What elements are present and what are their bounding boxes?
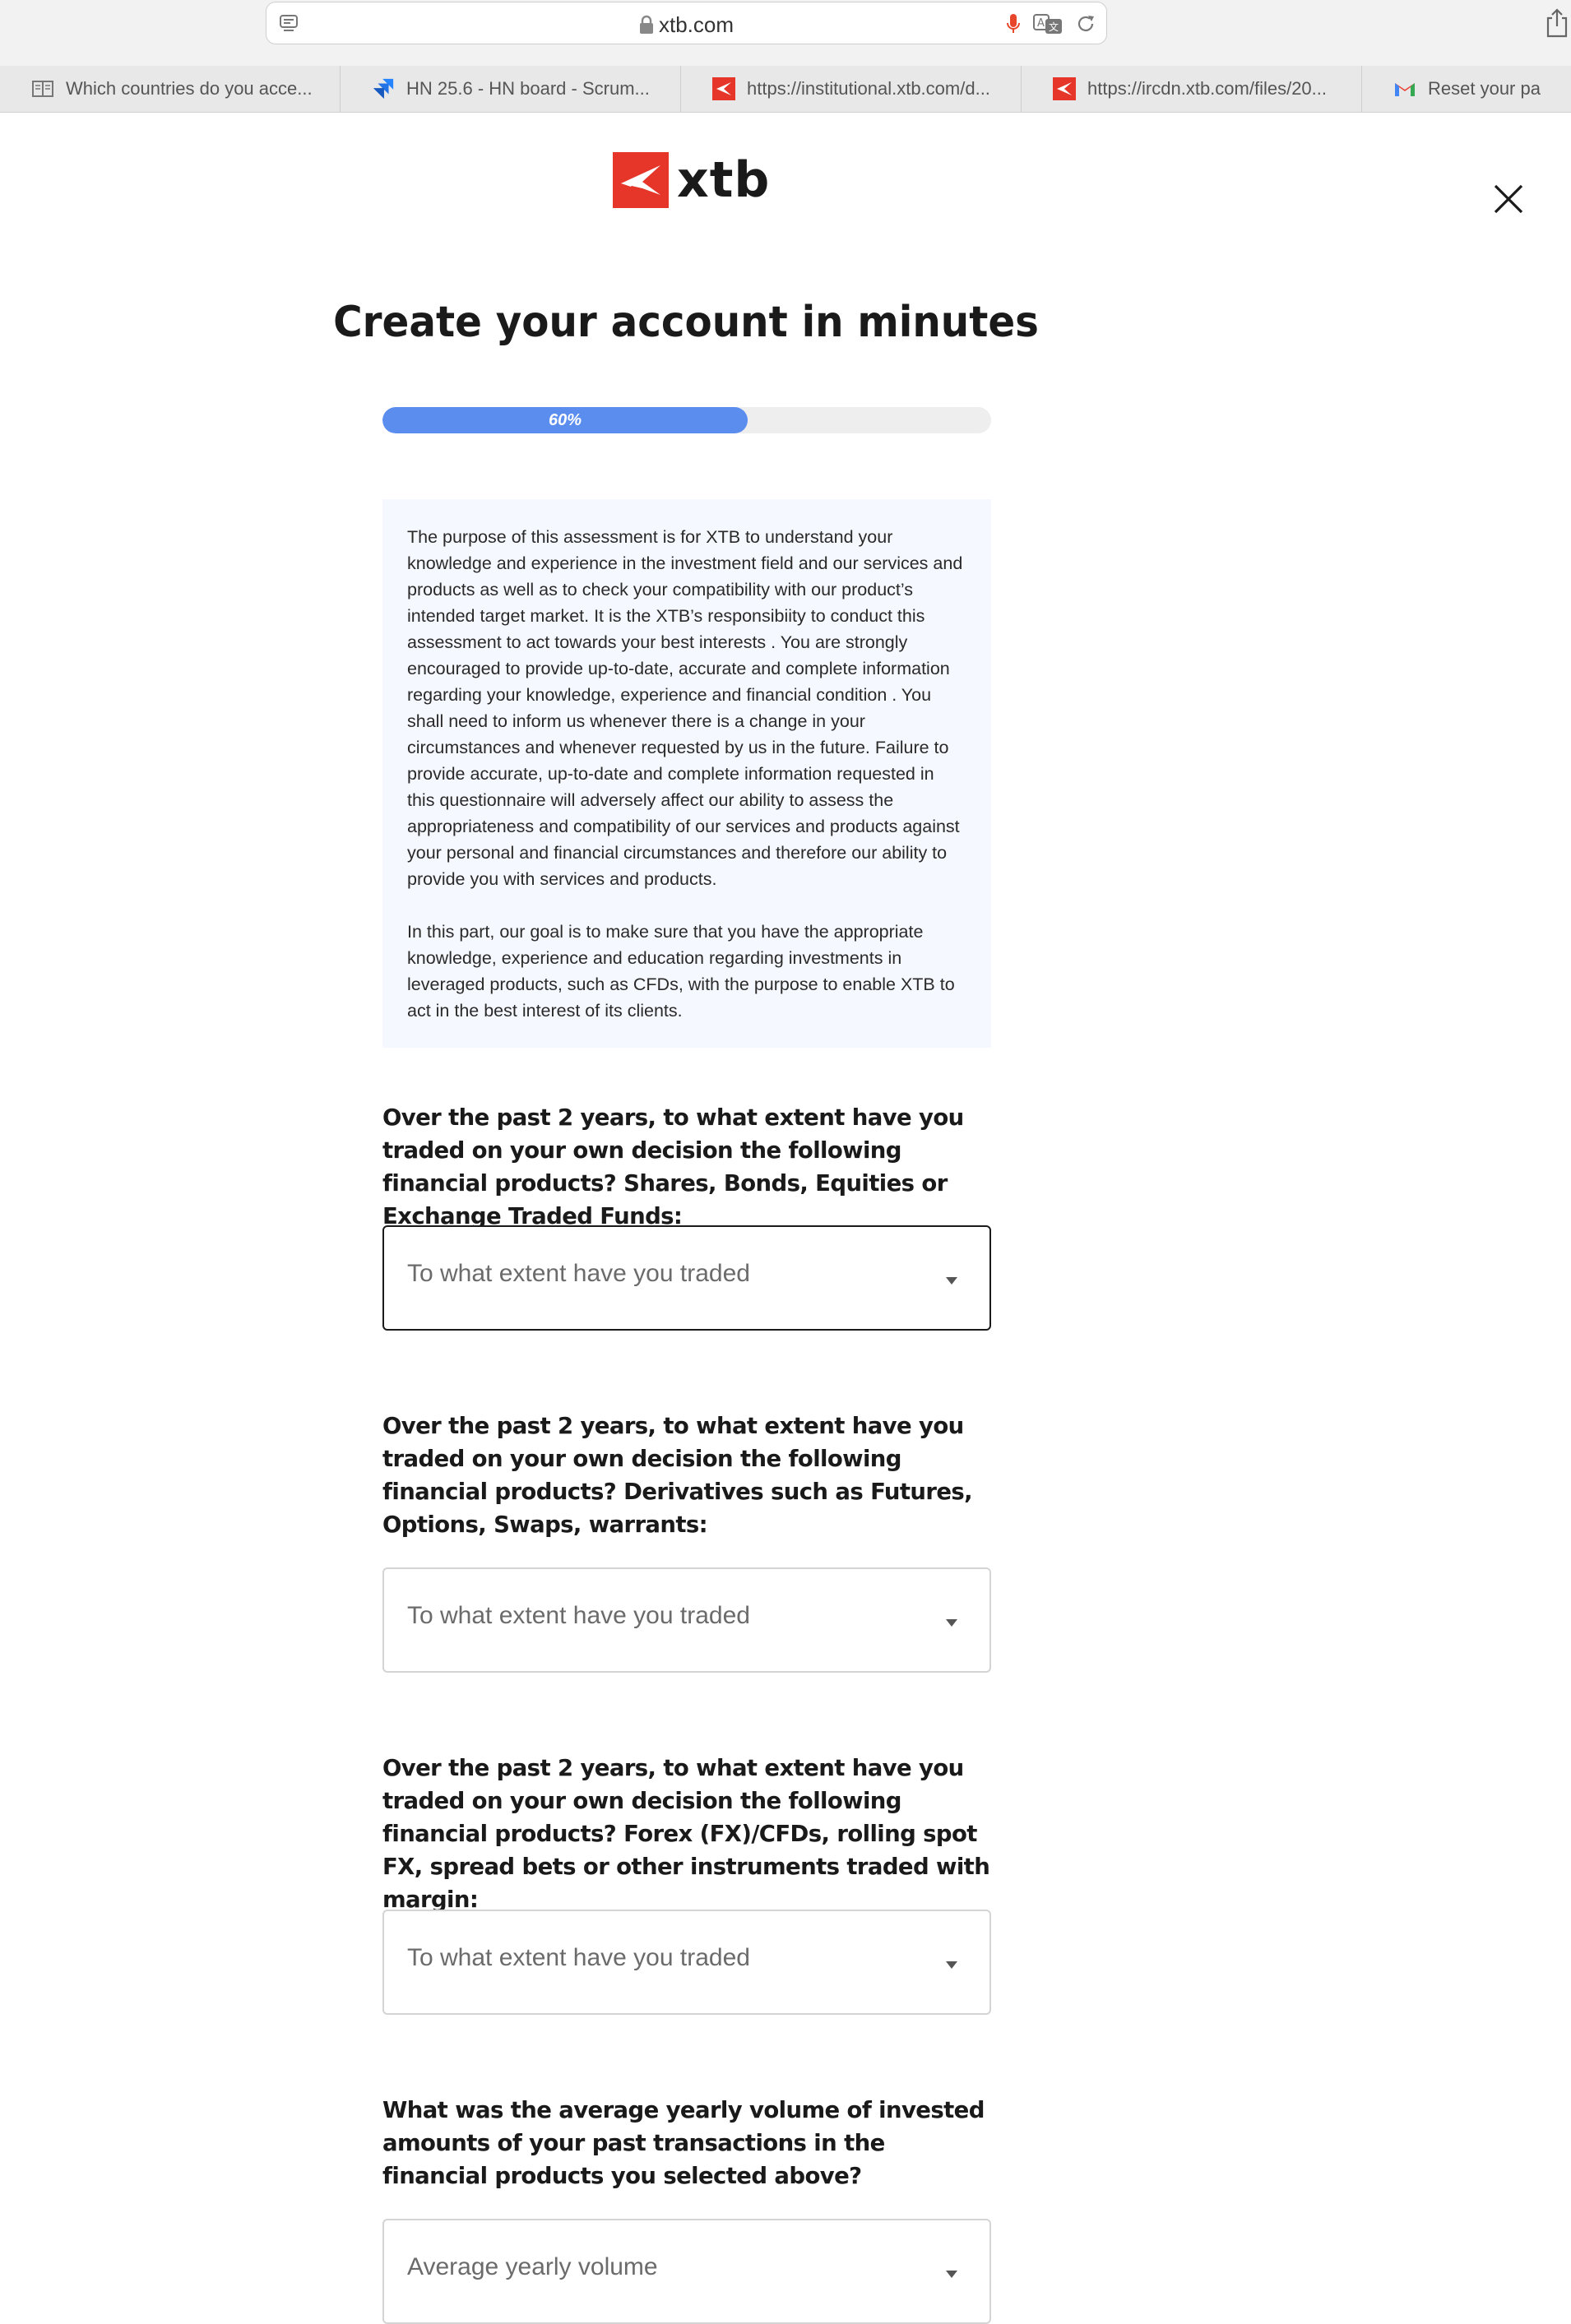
tab-countries[interactable]: Which countries do you acce...: [0, 66, 341, 112]
logo-text: xtb: [677, 151, 771, 209]
progress-fill: 60%: [382, 407, 748, 433]
caret-down-icon: [945, 1275, 958, 1289]
close-button[interactable]: [1490, 181, 1527, 217]
svg-text:A: A: [1037, 17, 1045, 30]
progress-label: 60%: [548, 410, 582, 429]
select-placeholder: To what extent have you traded: [407, 1260, 750, 1287]
reload-icon[interactable]: [1075, 13, 1096, 39]
xtb-icon: [1053, 77, 1076, 100]
progress-bar: 60%: [382, 407, 991, 433]
tab-institutional-xtb[interactable]: https://institutional.xtb.com/d...: [681, 66, 1022, 112]
close-icon: [1494, 184, 1523, 214]
question-shares-bonds: Over the past 2 years, to what extent ha…: [382, 1104, 964, 1229]
xtb-logo[interactable]: xtb: [613, 152, 770, 208]
info-paragraph: The purpose of this assessment is for XT…: [407, 527, 963, 889]
tab-label: https://ircdn.xtb.com/files/20...: [1087, 78, 1328, 99]
question-yearly-volume: What was the average yearly volume of in…: [382, 2097, 985, 2189]
url-text: xtb.com: [658, 12, 735, 37]
microphone-icon[interactable]: [1006, 12, 1021, 39]
derivatives-experience-select[interactable]: To what extent have you traded: [382, 1567, 991, 1673]
caret-down-icon: [945, 2268, 958, 2283]
browser-toolbar: xtb.com A文: [0, 0, 1571, 67]
tab-ircdn-xtb[interactable]: https://ircdn.xtb.com/files/20...: [1022, 66, 1362, 112]
assessment-info-box: The purpose of this assessment is for XT…: [382, 499, 991, 1048]
tab-gmail[interactable]: Reset your pa: [1362, 66, 1571, 112]
shares-experience-select[interactable]: To what extent have you traded: [382, 1225, 991, 1331]
xtb-logo-mark: [613, 152, 669, 208]
jira-icon: [372, 77, 395, 100]
xtb-icon: [712, 77, 735, 100]
tab-label: Reset your pa: [1428, 78, 1541, 99]
caret-down-icon: [945, 1959, 958, 1974]
lock-icon: [639, 15, 654, 40]
forex-experience-select[interactable]: To what extent have you traded: [382, 1910, 991, 2015]
select-placeholder: To what extent have you traded: [407, 1602, 750, 1629]
question-forex-cfds: Over the past 2 years, to what extent ha…: [382, 1755, 990, 1913]
tab-label: https://institutional.xtb.com/d...: [747, 78, 990, 99]
select-placeholder: To what extent have you traded: [407, 1944, 750, 1971]
tab-strip: Which countries do you acce... HN 25.6 -…: [0, 66, 1571, 113]
yearly-volume-select[interactable]: Average yearly volume: [382, 2219, 991, 2324]
question-derivatives: Over the past 2 years, to what extent ha…: [382, 1413, 973, 1538]
tab-label: HN 25.6 - HN board - Scrum...: [406, 78, 650, 99]
tab-label: Which countries do you acce...: [66, 78, 313, 99]
share-icon[interactable]: [1545, 7, 1569, 44]
svg-text:文: 文: [1049, 21, 1059, 33]
translate-icon[interactable]: A文: [1032, 12, 1064, 39]
select-placeholder: Average yearly volume: [407, 2253, 658, 2280]
info-paragraph: In this part, our goal is to make sure t…: [407, 922, 955, 1021]
page-title: Create your account in minutes: [333, 298, 1039, 347]
caret-down-icon: [945, 1617, 958, 1632]
address-bar[interactable]: xtb.com A文: [266, 2, 1107, 44]
reader-icon: [31, 77, 54, 100]
gmail-icon: [1393, 77, 1416, 100]
tab-hn-board[interactable]: HN 25.6 - HN board - Scrum...: [341, 66, 681, 112]
